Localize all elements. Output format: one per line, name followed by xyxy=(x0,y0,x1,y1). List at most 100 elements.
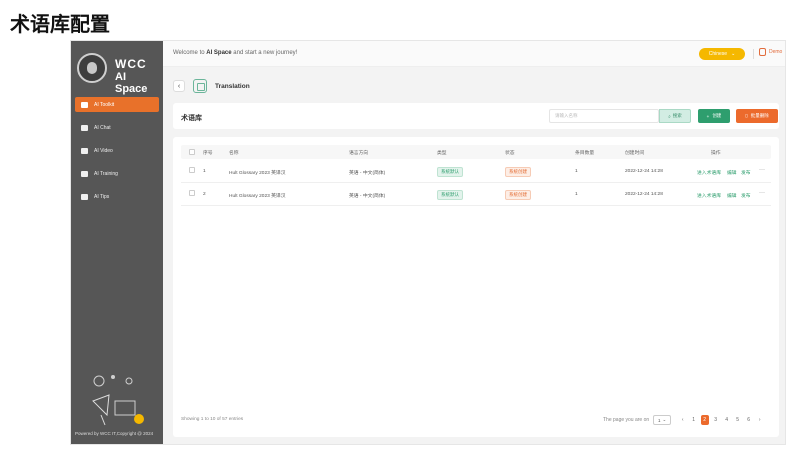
sidebar-item-ai-video[interactable]: AI Video xyxy=(75,143,159,158)
row-created: 2022-12-24 14:28 xyxy=(625,192,663,197)
logo-ai-space: AI Space xyxy=(115,71,148,95)
logo-wcc: WCC xyxy=(115,57,147,71)
lightbulb-illustration-icon xyxy=(92,375,144,426)
language-select[interactable]: Chinese ⌄ xyxy=(699,48,745,60)
welcome-prefix: Welcome to xyxy=(173,50,205,56)
language-label: Chinese xyxy=(708,51,728,57)
select-all-checkbox[interactable] xyxy=(189,149,195,155)
trash-icon: ▯ xyxy=(745,113,748,118)
user-menu[interactable]: Demo xyxy=(759,48,782,56)
video-icon xyxy=(81,147,88,154)
row-checkbox[interactable] xyxy=(189,190,195,196)
sidebar-item-ai-tips[interactable]: AI Tips xyxy=(75,189,159,204)
breadcrumb: ‹ Translation xyxy=(173,78,250,94)
sidebar-item-label: AI Tips xyxy=(94,193,110,200)
sidebar: WCC AI Space AI Toolkit AI Chat AI Video xyxy=(71,41,163,444)
page-3[interactable]: 3 xyxy=(712,415,720,425)
row-direction: 英语 - 中文(简体) xyxy=(349,171,386,176)
logo-badge-icon xyxy=(77,53,107,83)
pagination: The page you are on 1 ⌄ ‹ 1 2 3 4 5 6 › xyxy=(603,414,765,426)
page-label: The page you are on xyxy=(603,417,650,423)
col-status: 状态 xyxy=(505,151,515,156)
more-icon[interactable]: ··· xyxy=(759,167,765,173)
row-direction: 英语 - 中文(简体) xyxy=(349,194,386,199)
edit-link[interactable]: 编辑 xyxy=(727,169,737,176)
back-button[interactable]: ‹ xyxy=(173,80,185,92)
col-actions: 操作 xyxy=(711,151,721,156)
search-button[interactable]: ⌕ 搜索 xyxy=(659,109,691,123)
search-icon: ⌕ xyxy=(668,113,671,119)
welcome-brand: AI Space xyxy=(206,50,232,56)
page-1[interactable]: 1 xyxy=(690,415,698,425)
welcome-suffix: and start a new journey! xyxy=(233,50,298,56)
toolbar-panel: 术语库 请输入名称 ⌕ 搜索 + 创建 ▯ 批量删除 xyxy=(173,103,779,129)
sidebar-item-label: AI Training xyxy=(94,170,118,177)
translation-icon xyxy=(193,79,207,93)
page-select-value: 1 xyxy=(658,417,661,423)
search-label: 搜索 xyxy=(672,113,682,118)
next-page-button[interactable]: › xyxy=(756,415,764,425)
bulk-delete-label: 批量删除 xyxy=(750,113,769,118)
top-bar: Welcome to AI Space and start a new jour… xyxy=(163,41,785,67)
table-row: 1 Hult Glossary 2023 英译汉 英语 - 中文(简体) 系统默… xyxy=(181,161,771,183)
col-type: 类型 xyxy=(437,151,447,156)
app-window: WCC AI Space AI Toolkit AI Chat AI Video xyxy=(70,40,786,445)
table-header: 序号 名称 语言方向 类型 状态 条目数量 创建时间 操作 xyxy=(181,145,771,159)
chevron-down-icon: ⌄ xyxy=(662,417,667,422)
sidebar-item-label: AI Toolkit xyxy=(94,101,115,108)
welcome-text: Welcome to AI Space and start a new jour… xyxy=(173,50,297,56)
row-created: 2022-12-24 14:28 xyxy=(625,169,663,174)
type-badge: 系统默认 xyxy=(437,190,463,200)
slide-title: 术语库配置 xyxy=(10,12,110,36)
training-icon xyxy=(81,170,88,177)
chat-icon xyxy=(81,124,88,131)
table-row: 2 Hult Glossary 2023 英译汉 英语 - 中文(简体) 系统默… xyxy=(181,184,771,206)
enter-glossary-link[interactable]: 进入术语库 xyxy=(697,169,721,176)
row-checkbox[interactable] xyxy=(189,167,195,173)
publish-link[interactable]: 发布 xyxy=(741,169,751,176)
page-5[interactable]: 5 xyxy=(734,415,742,425)
sidebar-item-ai-chat[interactable]: AI Chat xyxy=(75,120,159,135)
row-index: 1 xyxy=(203,169,206,174)
sidebar-item-ai-toolkit[interactable]: AI Toolkit xyxy=(75,97,159,112)
enter-glossary-link[interactable]: 进入术语库 xyxy=(697,192,721,199)
col-name: 名称 xyxy=(229,151,239,156)
logo[interactable]: WCC AI Space xyxy=(77,51,159,95)
prev-page-button[interactable]: ‹ xyxy=(679,415,687,425)
edit-link[interactable]: 编辑 xyxy=(727,192,737,199)
page-2[interactable]: 2 xyxy=(700,415,709,425)
col-direction: 语言方向 xyxy=(349,151,369,156)
search-input[interactable]: 请输入名称 xyxy=(549,109,659,123)
create-button[interactable]: + 创建 xyxy=(698,109,730,123)
sidebar-footer: Powered by WCC IT,Copyright @ 2024 xyxy=(75,431,154,436)
more-icon[interactable]: ··· xyxy=(759,190,765,196)
row-count: 1 xyxy=(575,192,578,197)
type-badge: 系统默认 xyxy=(437,167,463,177)
sidebar-item-label: AI Video xyxy=(94,147,113,154)
bulk-delete-button[interactable]: ▯ 批量删除 xyxy=(736,109,778,123)
page-6[interactable]: 6 xyxy=(745,415,753,425)
sidebar-item-ai-training[interactable]: AI Training xyxy=(75,166,159,181)
status-badge: 系统创建 xyxy=(505,190,531,200)
col-index: 序号 xyxy=(203,151,213,156)
publish-link[interactable]: 发布 xyxy=(741,192,751,199)
page-4[interactable]: 4 xyxy=(723,415,731,425)
table-panel: 序号 名称 语言方向 类型 状态 条目数量 创建时间 操作 1 Hult Glo… xyxy=(173,137,779,437)
divider xyxy=(753,49,754,59)
row-count: 1 xyxy=(575,169,578,174)
chevron-down-icon: ⌄ xyxy=(731,51,736,57)
sidebar-nav: AI Toolkit AI Chat AI Video AI Training … xyxy=(75,97,159,212)
user-icon xyxy=(759,48,766,56)
main-area: Welcome to AI Space and start a new jour… xyxy=(163,41,785,444)
page-size-select[interactable]: 1 ⌄ xyxy=(653,415,672,425)
tips-icon xyxy=(81,193,88,200)
row-name: Hult Glossary 2023 英译汉 xyxy=(229,194,286,199)
sidebar-item-label: AI Chat xyxy=(94,124,111,131)
toolkit-icon xyxy=(81,101,88,108)
plus-icon: + xyxy=(706,113,710,119)
row-name: Hult Glossary 2023 英译汉 xyxy=(229,171,286,176)
col-count: 条目数量 xyxy=(575,151,595,156)
create-label: 创建 xyxy=(712,113,722,118)
row-index: 2 xyxy=(203,192,206,197)
section-heading: 术语库 xyxy=(181,115,202,122)
